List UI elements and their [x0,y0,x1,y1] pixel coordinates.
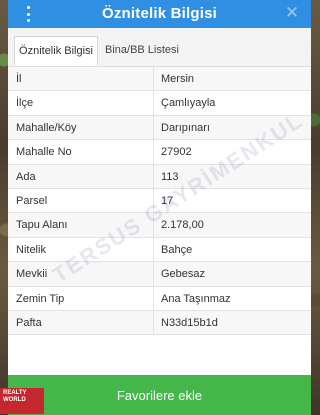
realty-world-logo: REALTY WORLD [0,388,44,414]
dialog-title: Öznitelik Bilgisi [101,5,218,22]
row-label: Zemin Tip [16,292,65,305]
row-label: İlçe [16,97,34,110]
row-value: Ana Taşınmaz [153,286,311,310]
attribute-table: İl Mersin İlçe Çamlıyayla Mahalle/Köy Da… [8,67,311,375]
row-label: Pafta [16,316,42,329]
row-label: Nitelik [16,243,46,256]
row-label: Tapu Alanı [16,219,68,232]
add-to-favorites-button[interactable]: Favorilere ekle [8,375,311,415]
close-icon[interactable]: ✕ [283,4,301,22]
row-value: Gebesaz [153,262,311,286]
row-label: Mevkii [16,268,48,281]
table-row: Ada 113 [8,164,311,189]
row-value: 17 [153,188,311,213]
row-label: Mahalle No [16,146,72,159]
row-label: İl [16,73,22,85]
table-row: Mahalle No 27902 [8,140,311,165]
table-row: Mevkii Gebesaz [8,262,311,287]
row-value: Çamlıyayla [153,91,311,115]
row-label: Parsel [16,194,48,207]
dialog-header: Öznitelik Bilgisi ✕ [8,0,311,28]
row-label: Ada [16,170,36,183]
attribute-info-dialog: Öznitelik Bilgisi ✕ Öznitelik Bilgisi Bi… [8,0,311,415]
row-value: Darıpınarı [153,115,311,140]
table-row: Mahalle/Köy Darıpınarı [8,115,311,141]
tab-bar: Öznitelik Bilgisi Bina/BB Listesi [8,28,311,67]
table-row: Parsel 17 [8,188,311,214]
table-row: Zemin Tip Ana Taşınmaz [8,286,311,311]
row-value: 2.178,00 [153,213,311,237]
row-value: 113 [153,164,311,188]
table-row: Tapu Alanı 2.178,00 [8,213,311,238]
row-label: Mahalle/Köy [16,121,77,134]
tab-building-list[interactable]: Bina/BB Listesi [100,36,184,66]
table-row: İlçe Çamlıyayla [8,91,311,116]
more-vert-icon[interactable] [20,6,36,22]
tab-attribute-info[interactable]: Öznitelik Bilgisi [14,36,98,66]
row-value: N33d15b1d [153,310,311,335]
table-row: İl Mersin [8,67,311,92]
table-row: Pafta N33d15b1d [8,310,311,336]
table-row: Nitelik Bahçe [8,237,311,263]
row-value: Mersin [153,67,311,91]
row-value: Bahçe [153,237,311,262]
row-value: 27902 [153,140,311,164]
